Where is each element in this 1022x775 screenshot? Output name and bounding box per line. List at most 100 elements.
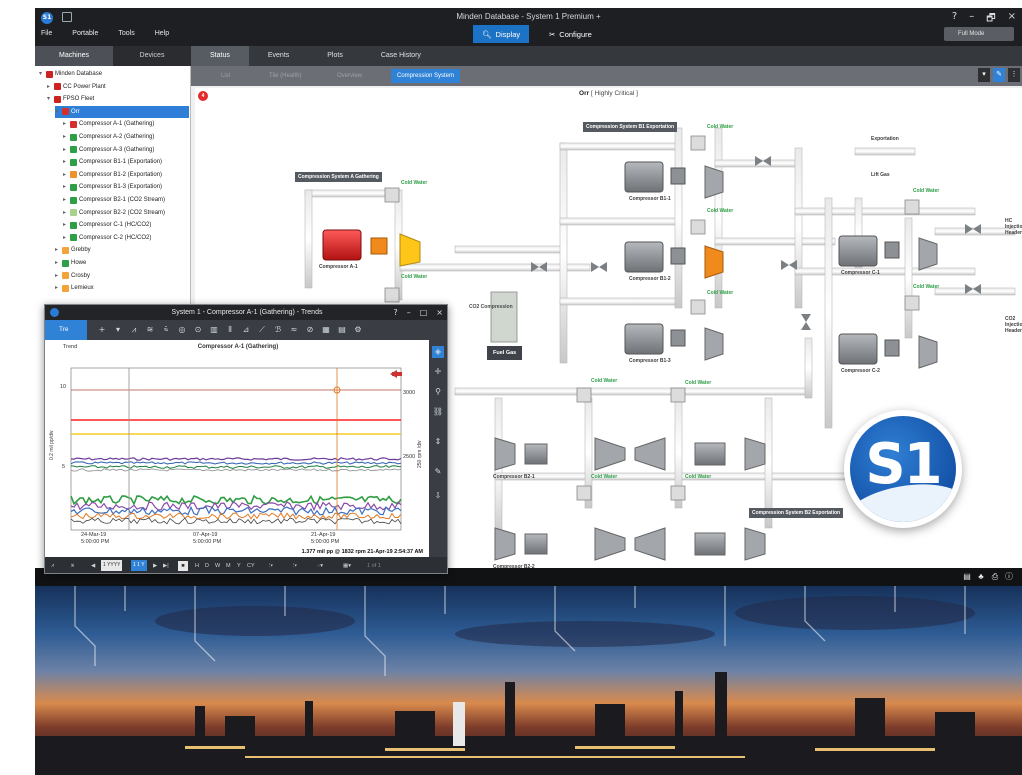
custom-year-button[interactable]: CY bbox=[247, 561, 255, 571]
add-icon[interactable]: + bbox=[97, 323, 107, 336]
settings-icon[interactable]: ⚙ bbox=[353, 323, 363, 336]
more-icon[interactable]: ⋮ bbox=[1008, 68, 1020, 82]
tree-item[interactable]: ▾ FPSO Fleet bbox=[47, 93, 189, 105]
day-button[interactable]: D bbox=[205, 561, 209, 571]
tree-item[interactable]: ▸ Compressor B1-2 (Exportation) bbox=[63, 169, 189, 181]
tree-item[interactable]: ▸ Lemieux bbox=[55, 282, 189, 294]
restore-icon[interactable]: 🗗 bbox=[986, 11, 995, 28]
prev-icon[interactable]: ◀ bbox=[91, 561, 95, 571]
minimize-icon[interactable]: – bbox=[969, 11, 974, 28]
tree-item[interactable]: ▸ Compressor A-2 (Gathering) bbox=[63, 131, 189, 143]
chevron-right-icon[interactable]: ▸ bbox=[63, 219, 68, 231]
full-mode-select[interactable]: Full Mode bbox=[944, 27, 1014, 41]
timebase-icon[interactable]: ≈ bbox=[289, 323, 299, 336]
view-tab-tile[interactable]: Tile (Health) bbox=[263, 69, 307, 83]
tree-item[interactable]: ▸ CC Power Plant bbox=[47, 81, 189, 93]
users-icon[interactable]: ♣ bbox=[976, 571, 986, 583]
tree-item[interactable]: ▸ Compressor C-1 (HC/CO2) bbox=[63, 219, 189, 231]
month-button[interactable]: M bbox=[226, 561, 231, 571]
tabular-icon[interactable]: ▦ bbox=[321, 323, 331, 336]
chevron-right-icon[interactable]: ▸ bbox=[63, 156, 68, 168]
tree-item[interactable]: ▸ Compressor A-3 (Gathering) bbox=[63, 144, 189, 156]
orbit-timebase-icon[interactable]: ⊘ bbox=[305, 323, 315, 336]
tab-plots[interactable]: Plots bbox=[308, 46, 362, 66]
trend-window-title-bar[interactable]: System 1 - Compressor A-1 (Gathering) - … bbox=[45, 305, 447, 320]
chevron-right-icon[interactable]: ▸ bbox=[63, 118, 68, 130]
tree-item[interactable]: ▸ Compressor B1-3 (Exportation) bbox=[63, 181, 189, 193]
bar-graph-icon[interactable]: ▥ bbox=[209, 323, 219, 336]
chevron-right-icon[interactable]: ▸ bbox=[55, 244, 60, 256]
compressor-b22-machine[interactable] bbox=[494, 527, 766, 561]
compressor-a1-machine[interactable] bbox=[322, 229, 421, 267]
help-icon[interactable]: ? bbox=[393, 305, 397, 320]
trend-window[interactable]: System 1 - Compressor A-1 (Gathering) - … bbox=[44, 304, 448, 574]
sample-icon[interactable]: ⫶▾ bbox=[293, 561, 297, 571]
close-icon[interactable]: × bbox=[1008, 11, 1016, 28]
chevron-down-icon[interactable]: ▾ bbox=[39, 68, 44, 80]
tree-item[interactable]: ▾ Orr bbox=[55, 105, 189, 118]
minimize-icon[interactable]: – bbox=[407, 305, 411, 320]
crosshair-icon[interactable]: ✛ bbox=[432, 366, 444, 378]
chevron-right-icon[interactable]: ▸ bbox=[63, 144, 68, 156]
full-spectrum-icon[interactable]: ℬ bbox=[273, 323, 283, 336]
print-icon[interactable]: ⎙ bbox=[990, 571, 1000, 583]
view-tab-list[interactable]: List bbox=[215, 69, 236, 83]
maximize-icon[interactable]: □ bbox=[420, 305, 428, 320]
tab-case-history[interactable]: Case History bbox=[362, 46, 440, 66]
tree-item[interactable]: ▸ Compressor A-1 (Gathering) bbox=[63, 118, 189, 130]
tab-trend[interactable]: Tre bbox=[45, 320, 87, 340]
dropdown-icon[interactable]: ▾ bbox=[113, 323, 123, 336]
chevron-down-icon[interactable]: ▾ bbox=[55, 106, 60, 118]
trend-chart[interactable] bbox=[45, 340, 431, 557]
polar-icon[interactable]: ◎ bbox=[177, 323, 187, 336]
range-start-box[interactable]: 1 YYYY bbox=[101, 560, 123, 571]
range-end-box[interactable]: 1 1 Y bbox=[131, 560, 147, 571]
menu-help[interactable]: Help bbox=[155, 30, 169, 37]
year-button[interactable]: Y bbox=[237, 561, 241, 571]
tree-item[interactable]: ▸ Compressor B1-1 (Exportation) bbox=[63, 156, 189, 168]
view-tab-overview[interactable]: Overview bbox=[331, 69, 368, 83]
chevron-right-icon[interactable]: ▸ bbox=[47, 81, 52, 93]
configure-button[interactable]: ✂ Configure bbox=[540, 25, 601, 43]
week-button[interactable]: W bbox=[215, 561, 220, 571]
chevron-right-icon[interactable]: ▸ bbox=[63, 181, 68, 193]
overlay-icon[interactable]: ◌▾ bbox=[317, 561, 323, 571]
chevron-right-icon[interactable]: ▸ bbox=[63, 207, 68, 219]
annotate-icon[interactable]: ✎ bbox=[432, 466, 444, 478]
compressor-c2-machine[interactable] bbox=[838, 333, 938, 369]
trend-plot-area[interactable]: Trend Compressor A-1 (Gathering) 10 5 30… bbox=[45, 340, 431, 557]
chevron-right-icon[interactable]: ▸ bbox=[63, 131, 68, 143]
tab-status[interactable]: Status bbox=[191, 46, 249, 66]
hour-button[interactable]: H bbox=[195, 561, 199, 571]
chevron-right-icon[interactable]: ▸ bbox=[63, 169, 68, 181]
orbit-icon[interactable]: ⊙ bbox=[193, 323, 203, 336]
cascade-icon[interactable]: ⩯ bbox=[161, 323, 171, 336]
menu-portable[interactable]: Portable bbox=[72, 30, 98, 37]
close-icon[interactable]: × bbox=[436, 305, 443, 320]
dropdown-icon[interactable]: ▾ bbox=[978, 68, 990, 82]
stop-icon[interactable]: ■ bbox=[178, 561, 188, 571]
last-icon[interactable]: ▶| bbox=[163, 561, 169, 571]
tree-item[interactable]: ▸ Crosby bbox=[55, 270, 189, 282]
compressor-b13-machine[interactable] bbox=[624, 323, 724, 361]
grid-icon[interactable]: ▦▾ bbox=[343, 561, 351, 571]
chevron-right-icon[interactable]: ▸ bbox=[55, 257, 60, 269]
waveform-alt-icon[interactable]: ⩙ bbox=[71, 561, 74, 571]
tree-item[interactable]: ▸ Compressor B2-2 (CO2 Stream) bbox=[63, 207, 189, 219]
view-tab-compression-system[interactable]: Compression System bbox=[391, 69, 461, 83]
waterfall-icon[interactable]: ≋ bbox=[145, 323, 155, 336]
info-icon[interactable]: ⓘ bbox=[1004, 571, 1014, 583]
waveform-icon[interactable]: ⩘ bbox=[51, 561, 54, 571]
chevron-right-icon[interactable]: ▸ bbox=[63, 194, 68, 206]
tree-item[interactable]: ▾ Minden Database bbox=[39, 68, 189, 80]
compressor-c1-machine[interactable] bbox=[838, 235, 938, 271]
compressor-b12-machine[interactable] bbox=[624, 241, 724, 279]
help-icon[interactable]: ? bbox=[952, 11, 957, 28]
chevron-right-icon[interactable]: ▸ bbox=[55, 270, 60, 282]
zoom-icon[interactable]: ⚲ bbox=[432, 386, 444, 398]
cursor-icon[interactable]: ◈ bbox=[432, 346, 444, 358]
notes-icon[interactable]: ▤ bbox=[962, 571, 972, 583]
tree-item[interactable]: ▸ Compressor B2-1 (CO2 Stream) bbox=[63, 194, 189, 206]
next-icon[interactable]: ▶ bbox=[153, 561, 157, 571]
chevron-down-icon[interactable]: ▾ bbox=[47, 93, 52, 105]
